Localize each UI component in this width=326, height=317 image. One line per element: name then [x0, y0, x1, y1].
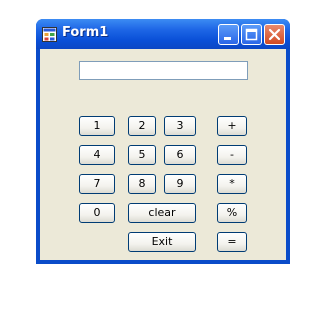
multiply-button[interactable]: * — [217, 174, 247, 194]
digit-5-button[interactable]: 5 — [128, 145, 156, 165]
maximize-button[interactable] — [241, 24, 262, 45]
digit-8-button[interactable]: 8 — [128, 174, 156, 194]
minus-button[interactable]: - — [217, 145, 247, 165]
maximize-icon — [245, 28, 258, 41]
close-button[interactable] — [264, 24, 285, 45]
digit-7-button[interactable]: 7 — [79, 174, 115, 194]
digit-4-button[interactable]: 4 — [79, 145, 115, 165]
form-client-area: 1 2 3 + 4 5 6 - 7 8 9 * 0 clear % Exit = — [40, 49, 286, 260]
digit-1-button[interactable]: 1 — [79, 116, 115, 136]
close-icon — [268, 28, 281, 41]
equals-button[interactable]: = — [217, 232, 247, 252]
clear-button[interactable]: clear — [128, 203, 196, 223]
digit-9-button[interactable]: 9 — [164, 174, 196, 194]
digit-3-button[interactable]: 3 — [164, 116, 196, 136]
plus-button[interactable]: + — [217, 116, 247, 136]
digit-0-button[interactable]: 0 — [79, 203, 115, 223]
exit-button[interactable]: Exit — [128, 232, 196, 252]
form1-window: Form1 1 2 3 + 4 5 6 - 7 8 9 * 0 clear % … — [36, 19, 290, 264]
digit-6-button[interactable]: 6 — [164, 145, 196, 165]
percent-button[interactable]: % — [217, 203, 247, 223]
window-title: Form1 — [62, 25, 109, 40]
minimize-icon — [224, 37, 231, 40]
app-form-icon — [42, 27, 57, 42]
title-bar[interactable]: Form1 — [36, 19, 290, 49]
display-textbox[interactable] — [79, 61, 248, 80]
minimize-button[interactable] — [218, 24, 239, 45]
digit-2-button[interactable]: 2 — [128, 116, 156, 136]
